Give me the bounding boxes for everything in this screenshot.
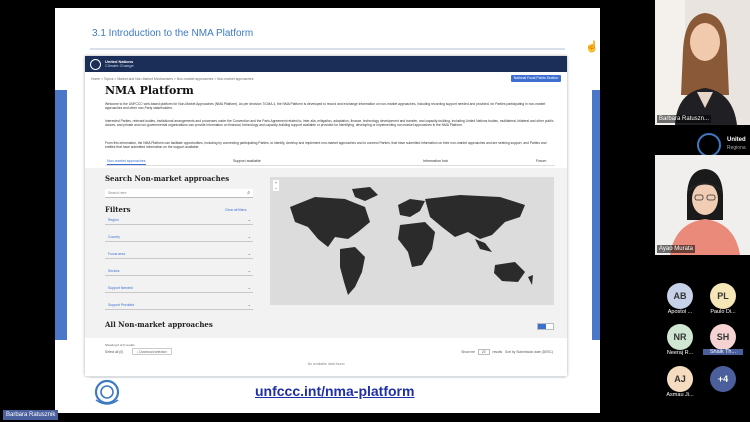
participant-avatar[interactable]: NR bbox=[667, 324, 693, 350]
filter-label: Support Provided bbox=[108, 303, 135, 307]
avatar-initials: AB bbox=[673, 291, 687, 301]
un-logo-icon bbox=[90, 58, 101, 70]
world-map[interactable]: + − bbox=[270, 177, 554, 305]
participant-avatar[interactable]: AB bbox=[667, 283, 693, 309]
side-org-sub: Regiona bbox=[727, 145, 746, 151]
download-label: Download selection bbox=[139, 350, 167, 354]
footer-divider bbox=[90, 377, 565, 378]
participant-portrait bbox=[655, 155, 750, 255]
intro-paragraph-3: From this information, the NMA Platform … bbox=[105, 141, 547, 150]
no-data-message: No available data found bbox=[307, 362, 345, 366]
chevron-down-icon: ⌄ bbox=[247, 285, 251, 290]
view-toggle[interactable] bbox=[537, 323, 554, 330]
participant-name: Barbara Ratuszn... bbox=[657, 115, 712, 123]
more-participants-button[interactable]: +4 bbox=[710, 366, 736, 392]
filter-label: Region bbox=[108, 218, 119, 222]
avatar-initials: AJ bbox=[674, 374, 686, 384]
tab-non-market-approaches[interactable]: Non-market approaches bbox=[107, 159, 146, 165]
intro-paragraph-1: Welcome to the UNFCCC web-based platform… bbox=[105, 102, 546, 111]
unfccc-side-logo: United Regiona bbox=[697, 133, 746, 157]
focal-points-button[interactable]: National Focal Points Section bbox=[510, 75, 561, 82]
slide-divider bbox=[90, 48, 565, 50]
avatar-label: Shaik Th... bbox=[703, 349, 743, 355]
world-map-svg bbox=[290, 187, 533, 295]
org-sub: Climate Change bbox=[105, 63, 134, 68]
chevron-down-icon: ⌄ bbox=[247, 268, 251, 273]
results-count: Showing 0 of 0 results bbox=[105, 343, 135, 347]
all-approaches-title: All Non-market approaches bbox=[105, 320, 213, 329]
site-header: United Nations Climate Change bbox=[85, 56, 567, 72]
tab-support-available[interactable]: Support available bbox=[233, 159, 261, 163]
unfccc-logo-icon bbox=[94, 379, 120, 405]
filter-focus-area[interactable]: Focus area ⌄ bbox=[105, 249, 253, 259]
video-call-window: 3.1 Introduction to the NMA Platform ☝ U… bbox=[0, 0, 750, 422]
participant-avatar[interactable]: AJ bbox=[667, 366, 693, 392]
filter-sectors[interactable]: Sectors ⌄ bbox=[105, 266, 253, 276]
search-icon[interactable]: ⌕ bbox=[247, 190, 250, 196]
avatar-initials: NR bbox=[673, 332, 687, 342]
grid-view-icon[interactable] bbox=[538, 324, 546, 329]
sort-label: Sort by bbox=[504, 350, 516, 354]
more-count: +4 bbox=[717, 374, 729, 384]
presenter-name-tag: Barbara Ratusznik bbox=[3, 410, 59, 420]
search-section: Search Non-market approaches Search here… bbox=[85, 168, 567, 338]
chevron-down-icon: ⌄ bbox=[247, 234, 251, 239]
sort-select[interactable]: Submission date (DESC) bbox=[516, 350, 553, 354]
participant-video-2[interactable]: Ayao Murata bbox=[655, 155, 750, 255]
participant-video-1[interactable]: Barbara Ratuszn... bbox=[655, 0, 750, 125]
filters-title: Filters bbox=[105, 205, 131, 214]
unfccc-ring-icon bbox=[697, 133, 721, 157]
search-title: Search Non-market approaches bbox=[105, 174, 230, 183]
avatar-label: Neeraj R... bbox=[666, 350, 694, 356]
chevron-down-icon: ⌄ bbox=[247, 217, 251, 222]
filter-region[interactable]: Region ⌄ bbox=[105, 215, 253, 225]
clear-filters-link[interactable]: Clear all filters bbox=[225, 208, 246, 212]
tab-bar: Non-market approaches Support available … bbox=[105, 158, 555, 166]
results-label: results bbox=[492, 350, 503, 354]
nma-platform-link[interactable]: unfccc.int/nma-platform bbox=[255, 383, 414, 399]
chevron-down-icon: ⌄ bbox=[247, 251, 251, 256]
mouse-cursor-icon: ☝ bbox=[585, 41, 599, 53]
filter-label: Country bbox=[108, 235, 120, 239]
page-size-select[interactable]: 20 bbox=[477, 349, 490, 355]
tab-information-hub[interactable]: Information hub bbox=[423, 159, 448, 163]
website-screenshot: United Nations Climate Change Home > Top… bbox=[85, 56, 567, 376]
filter-label: Support Needed bbox=[108, 286, 133, 290]
avatar-initials: SH bbox=[716, 332, 730, 342]
filter-label: Sectors bbox=[108, 269, 120, 273]
avatar-label: Apostol ... bbox=[667, 309, 693, 315]
participant-portrait bbox=[655, 0, 750, 125]
filter-support-needed[interactable]: Support Needed ⌄ bbox=[105, 283, 253, 293]
page-title: NMA Platform bbox=[105, 84, 194, 97]
shared-slide: 3.1 Introduction to the NMA Platform ☝ U… bbox=[55, 8, 600, 413]
avatar-label: Asmau Ji... bbox=[666, 392, 694, 398]
participant-avatar[interactable]: PL bbox=[710, 283, 736, 309]
chevron-down-icon: ⌄ bbox=[247, 302, 251, 307]
avatar-initials: PL bbox=[717, 291, 729, 301]
tab-forum[interactable]: Forum bbox=[536, 159, 546, 163]
slide-right-accent bbox=[592, 90, 600, 340]
intro-paragraph-2: Interested Parties, relevant bodies, ins… bbox=[105, 119, 554, 128]
filter-country[interactable]: Country ⌄ bbox=[105, 232, 253, 242]
filter-label: Focus area bbox=[108, 252, 125, 256]
slide-left-accent bbox=[55, 90, 67, 340]
participant-name: Ayao Murata bbox=[657, 245, 695, 253]
show-label: Show me bbox=[461, 350, 475, 354]
side-org-title: United bbox=[727, 137, 746, 143]
results-controls: Show me 20 results Sort by Submission da… bbox=[461, 349, 553, 355]
participant-avatar[interactable]: SH bbox=[710, 324, 736, 350]
download-selection-button[interactable]: ⤓ Download selection bbox=[132, 348, 172, 355]
filter-support-provided[interactable]: Support Provided ⌄ bbox=[105, 300, 253, 310]
search-input[interactable]: Search here ⌕ bbox=[105, 189, 253, 198]
search-placeholder: Search here bbox=[108, 191, 127, 195]
select-all-checkbox[interactable]: Select all (0) bbox=[105, 350, 123, 354]
breadcrumb[interactable]: Home > Topics > Market and Non-Market Me… bbox=[91, 77, 253, 81]
avatar-label: Paulo Di... bbox=[710, 309, 736, 315]
slide-title: 3.1 Introduction to the NMA Platform bbox=[92, 28, 254, 39]
